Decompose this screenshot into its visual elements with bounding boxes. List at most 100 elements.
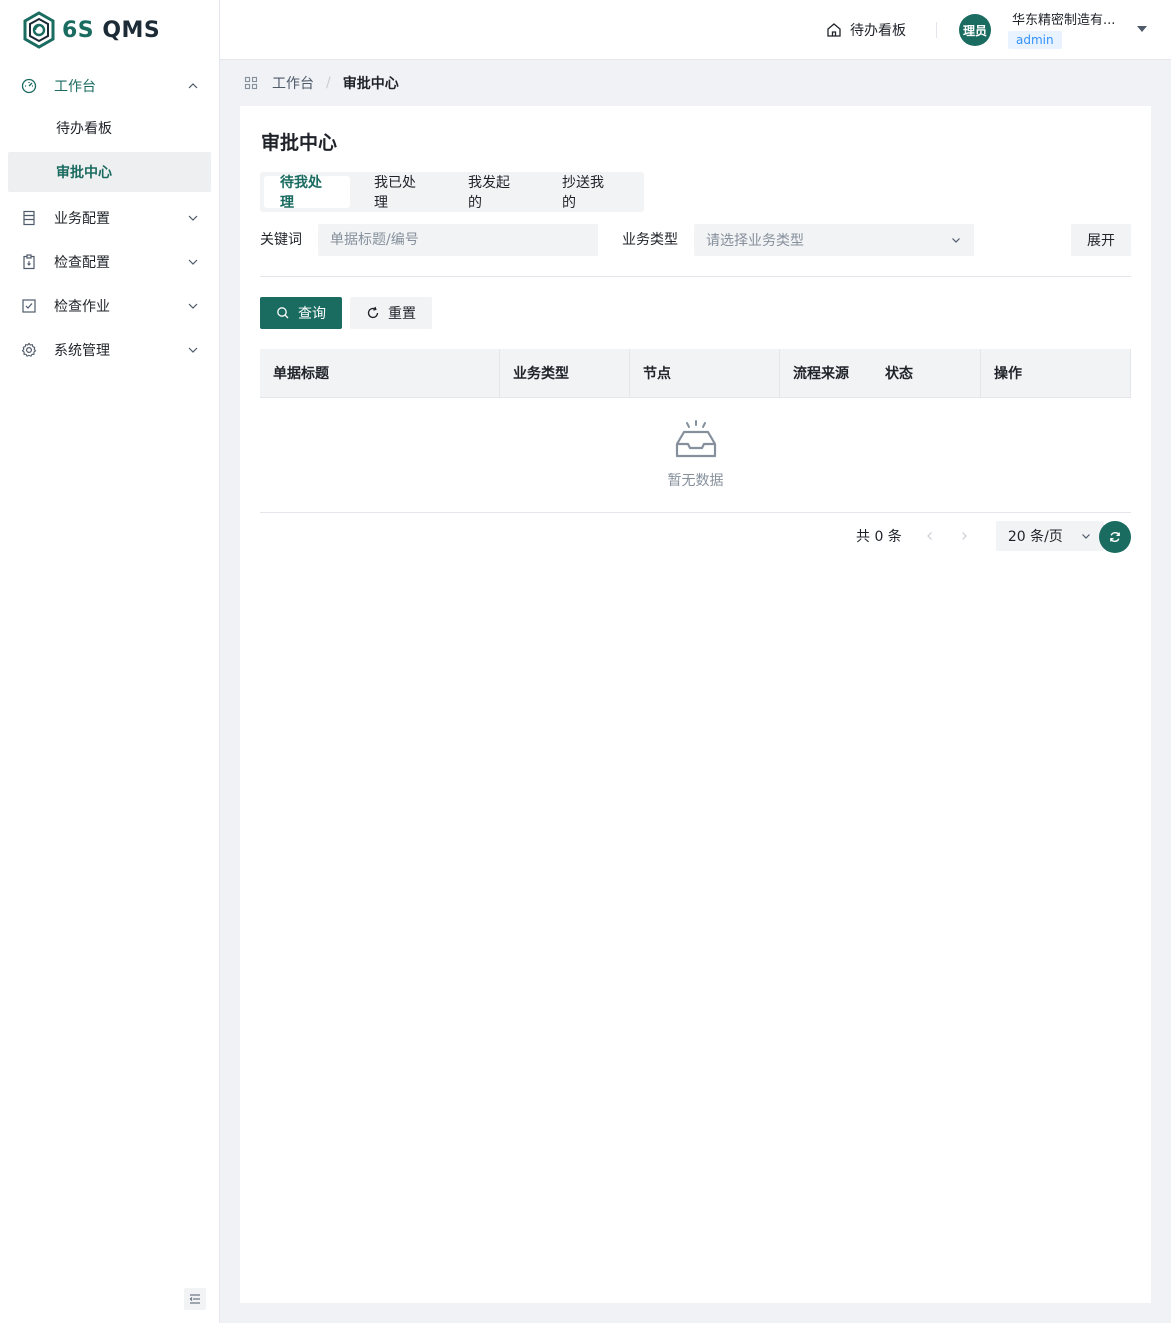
gear-icon (20, 341, 38, 359)
logo: 6S QMS (0, 0, 219, 60)
reset-button-label: 重置 (388, 306, 416, 322)
tab-pending[interactable]: 待我处理 (264, 175, 350, 211)
next-page-button[interactable] (956, 528, 972, 544)
chevron-down-icon (952, 238, 960, 243)
tabs: 待我处理 我已处理 我发起的 抄送我的 (260, 172, 644, 212)
sidebar-subitem-label: 审批中心 (56, 165, 112, 181)
avatar[interactable]: 理员 (959, 14, 991, 46)
page-size-value: 20 条/页 (1007, 529, 1063, 545)
keyword-label: 关键词 (260, 232, 302, 248)
collapse-menu-icon (189, 1294, 200, 1304)
page-title: 审批中心 (261, 132, 338, 154)
refresh-icon (367, 306, 379, 319)
pagination: 共 0 条 20 条/页 (856, 521, 1104, 551)
empty-state-text: 暂无数据 (667, 473, 724, 489)
sidebar-item-label: 业务配置 (54, 211, 110, 227)
sync-icon (1110, 531, 1120, 543)
sidebar-item-business-config[interactable]: 业务配置 (0, 196, 219, 240)
breadcrumb-separator: / (326, 75, 331, 91)
refresh-button[interactable] (1099, 521, 1131, 553)
column-header-actions: 操作 (981, 349, 1130, 397)
empty-state: 暂无数据 (260, 420, 1131, 490)
logo-text: 6S QMS (62, 17, 161, 43)
query-button[interactable]: 查询 (260, 297, 342, 329)
user-info[interactable]: 华东精密制造有... admin (1008, 9, 1138, 49)
chevron-down-icon (187, 344, 199, 356)
dashboard-icon (20, 77, 38, 95)
role-badge: admin (1008, 31, 1062, 49)
column-header-title: 单据标题 (260, 349, 500, 397)
breadcrumb-item-workbench[interactable]: 工作台 (272, 73, 314, 93)
breadcrumb: 工作台 / 审批中心 (244, 72, 399, 94)
sidebar-menu: 工作台 待办看板 审批中心 业务配置 检查配置 检查作业 系统管理 (0, 64, 219, 372)
tab-initiated[interactable]: 我发起的 (452, 175, 538, 211)
column-header-node: 节点 (630, 349, 780, 397)
column-header-status: 状态 (871, 349, 981, 397)
chevron-down-icon (187, 300, 199, 312)
sidebar-subitem-approval-center[interactable]: 审批中心 (8, 152, 211, 192)
expand-label: 展开 (1087, 233, 1115, 249)
sidebar-subitem-todo-board[interactable]: 待办看板 (8, 108, 211, 148)
chevron-up-icon (187, 80, 199, 92)
chevron-down-icon (187, 256, 199, 268)
column-header-label: 单据标题 (273, 366, 329, 382)
tab-cc[interactable]: 抄送我的 (546, 175, 632, 211)
column-header-label: 节点 (643, 366, 671, 382)
keyword-input[interactable] (318, 224, 598, 256)
avatar-text: 理员 (962, 23, 987, 38)
sidebar-item-label: 检查作业 (54, 299, 110, 315)
column-header-label: 操作 (994, 366, 1022, 382)
logo-hexagon-icon (23, 11, 55, 49)
breadcrumb-item-current: 审批中心 (342, 76, 399, 92)
sidebar-collapse-button[interactable] (184, 1288, 206, 1310)
column-header-business-type: 业务类型 (500, 349, 630, 397)
column-header-source: 流程来源 (780, 349, 871, 397)
reset-button[interactable]: 重置 (350, 297, 432, 329)
sidebar-item-system-management[interactable]: 系统管理 (0, 328, 219, 372)
table-header: 单据标题 业务类型 节点 流程来源 状态 操作 (260, 349, 1131, 398)
caret-down-icon[interactable] (1137, 26, 1147, 32)
page-size-select[interactable]: 20 条/页 (995, 521, 1104, 551)
chevron-left-icon (926, 532, 932, 540)
business-type-placeholder: 请选择业务类型 (706, 233, 804, 249)
sidebar-subitem-label: 待办看板 (56, 121, 112, 137)
table-body: 暂无数据 (260, 398, 1131, 513)
column-header-label: 流程来源 (793, 366, 849, 382)
sidebar-item-label: 工作台 (54, 79, 96, 95)
pagination-total: 共 0 条 (856, 529, 902, 545)
tab-label: 我已处理 (374, 175, 416, 211)
tab-label: 抄送我的 (562, 175, 604, 211)
column-header-label: 状态 (885, 366, 913, 382)
tab-label: 我发起的 (468, 175, 510, 211)
sidebar-item-label: 系统管理 (54, 343, 110, 359)
approval-table: 单据标题 业务类型 节点 流程来源 状态 操作 暂无数据 (260, 349, 1131, 513)
home-icon (827, 23, 841, 37)
sidebar: 6S QMS 工作台 待办看板 审批中心 业务配置 检查配置 检查作业 系统管理 (0, 0, 220, 1323)
filter-divider (260, 276, 1131, 277)
search-icon (277, 307, 289, 319)
sidebar-item-label: 检查配置 (54, 255, 110, 271)
todo-board-link[interactable]: 待办看板 (826, 20, 906, 40)
todo-board-link-label: 待办看板 (850, 23, 906, 39)
business-type-label: 业务类型 (622, 232, 678, 248)
main-card: 审批中心 待我处理 我已处理 我发起的 抄送我的 关键词 业务类型 请选择业务类… (240, 106, 1151, 1303)
column-header-label: 业务类型 (513, 366, 569, 382)
sidebar-item-workbench[interactable]: 工作台 (0, 64, 219, 108)
company-name: 华东精密制造有... (1012, 13, 1116, 28)
chevron-right-icon (961, 532, 967, 540)
query-button-label: 查询 (298, 306, 326, 322)
empty-inbox-icon (675, 420, 716, 458)
checkbox-icon (20, 297, 38, 315)
tab-label: 待我处理 (280, 175, 322, 211)
apps-grid-icon (244, 76, 258, 90)
prev-page-button[interactable] (922, 528, 938, 544)
business-type-select[interactable]: 请选择业务类型 (694, 224, 974, 256)
chevron-down-icon (1081, 534, 1090, 539)
tab-processed[interactable]: 我已处理 (358, 175, 444, 211)
expand-filters-button[interactable]: 展开 (1071, 224, 1131, 256)
clipboard-icon (20, 253, 38, 271)
sidebar-item-inspection-work[interactable]: 检查作业 (0, 284, 219, 328)
sidebar-item-inspection-config[interactable]: 检查配置 (0, 240, 219, 284)
header-divider (936, 22, 937, 38)
top-header: 待办看板 理员 华东精密制造有... admin (220, 0, 1171, 60)
